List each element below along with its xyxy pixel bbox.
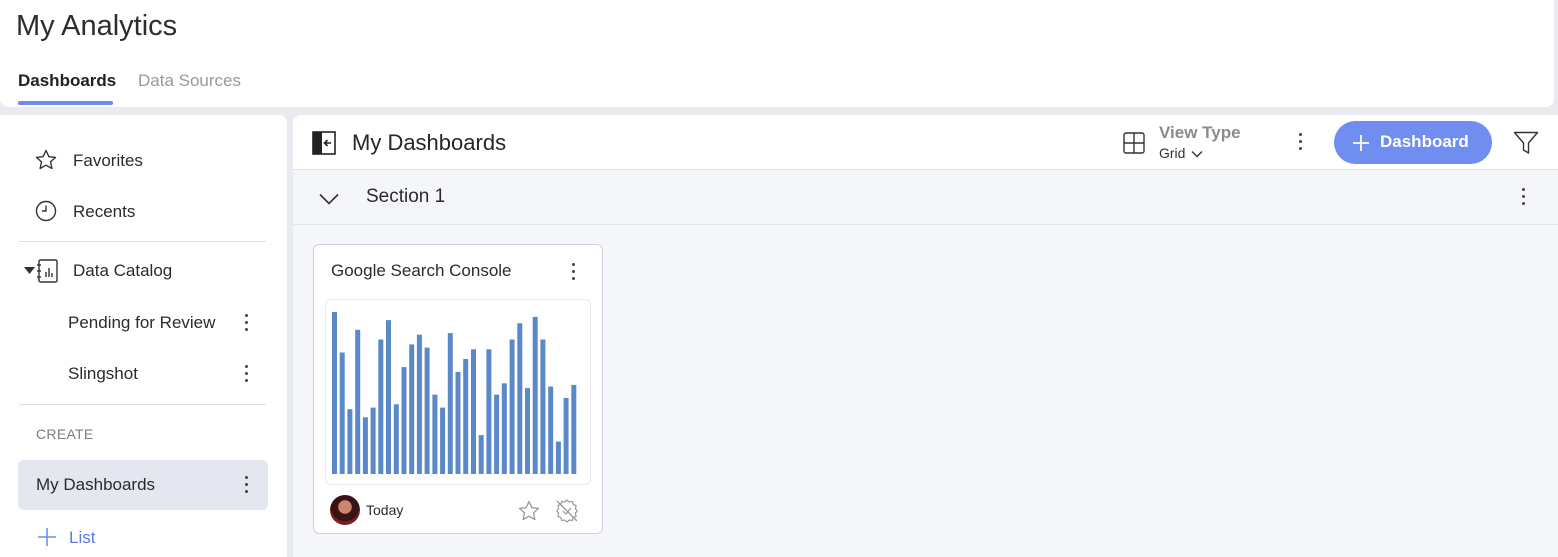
chart-bar: [355, 329, 361, 474]
add-dashboard-button[interactable]: Dashboard: [1334, 121, 1492, 164]
dashboard-card-title: Google Search Console: [331, 261, 512, 280]
sidebar-item-pending-for-review[interactable]: Pending for Review: [0, 302, 287, 342]
section-title: Section 1: [366, 186, 446, 207]
catalog-icon: [37, 259, 58, 283]
view-type-select[interactable]: Grid: [1159, 145, 1203, 161]
view-type-value: Grid: [1159, 145, 1186, 161]
sidebar-item-data-catalog[interactable]: Data Catalog: [0, 251, 287, 291]
chart-bar: [440, 407, 446, 474]
section-kebab-menu-icon[interactable]: [1521, 188, 1527, 208]
app-title: My Analytics: [16, 10, 178, 42]
plus-icon: [1353, 135, 1369, 151]
chart-bar: [517, 323, 523, 474]
chart-bar: [339, 352, 345, 474]
chart-bar: [463, 359, 469, 474]
kebab-menu-icon[interactable]: [244, 314, 250, 334]
clock-icon: [35, 200, 57, 222]
chart-bar: [509, 339, 515, 474]
avatar: [330, 495, 360, 525]
chart-bar: [393, 404, 399, 474]
certified-badge-off-icon[interactable]: [554, 498, 580, 524]
kebab-menu-icon[interactable]: [244, 365, 250, 385]
tab-data-sources[interactable]: Data Sources: [138, 71, 241, 91]
dashboard-card-date: Today: [366, 502, 404, 518]
star-icon: [35, 149, 57, 170]
toolbar: My Dashboards View Type Grid Dashboard: [293, 115, 1558, 170]
chart-bar: [401, 367, 407, 474]
sidebar-item-favorites[interactable]: Favorites: [0, 140, 287, 180]
sidebar-item-my-dashboards[interactable]: My Dashboards: [18, 460, 268, 510]
chart-bar: [409, 344, 415, 474]
chart-bar: [347, 409, 353, 474]
chart-bar: [416, 334, 422, 474]
plus-icon: [38, 528, 56, 546]
chart-bar: [370, 407, 376, 474]
chart-bar: [555, 441, 561, 474]
add-dashboard-label: Dashboard: [1380, 132, 1469, 151]
divider: [19, 241, 266, 242]
sidebar-item-label: Data Catalog: [73, 261, 173, 280]
add-list-label: List: [69, 528, 96, 547]
chart-bar: [362, 417, 368, 474]
chart-bar: [471, 349, 476, 474]
dashboard-thumbnail: [325, 299, 591, 485]
card-kebab-menu-icon[interactable]: [571, 263, 577, 283]
section-header: Section 1: [293, 170, 1558, 225]
chevron-down-icon: [1191, 151, 1203, 158]
divider: [19, 404, 266, 405]
sidebar-item-label: Favorites: [73, 151, 143, 170]
sidebar-item-label: Pending for Review: [68, 313, 216, 332]
chart-bar: [455, 371, 461, 474]
collapse-sidebar-icon[interactable]: [312, 131, 336, 155]
chart-bar: [378, 339, 384, 474]
bar-chart: [332, 312, 577, 474]
grid-view-icon[interactable]: [1123, 132, 1145, 154]
chart-bar: [571, 384, 577, 474]
chart-bar: [548, 386, 554, 474]
chevron-down-icon[interactable]: [319, 193, 339, 205]
chart-bar: [486, 349, 492, 474]
add-list-button[interactable]: List: [0, 517, 287, 557]
chart-bar: [424, 347, 430, 474]
chart-bar: [494, 394, 500, 474]
sidebar-item-label: Slingshot: [68, 364, 138, 383]
chart-bar: [478, 435, 484, 474]
chart-bar: [525, 388, 530, 474]
chart-bar: [386, 320, 391, 474]
tab-dashboards[interactable]: Dashboards: [18, 71, 116, 91]
chart-bar: [563, 397, 569, 474]
toolbar-kebab-menu-icon[interactable]: [1298, 133, 1304, 153]
chart-bar: [332, 312, 337, 474]
chart-bar: [447, 333, 453, 474]
main-panel: My Dashboards View Type Grid Dashboard S: [293, 115, 1558, 557]
sidebar: Favorites Recents Data Catalog Pending f…: [0, 115, 287, 557]
chart-bar: [501, 383, 507, 474]
sidebar-item-slingshot[interactable]: Slingshot: [0, 353, 287, 393]
kebab-menu-icon[interactable]: [244, 476, 250, 496]
create-section-label: CREATE: [36, 426, 94, 442]
app-header: My Analytics Dashboards Data Sources: [0, 0, 1554, 107]
filter-icon[interactable]: [1513, 130, 1539, 156]
sidebar-item-recents[interactable]: Recents: [0, 191, 287, 231]
chart-bar: [540, 339, 546, 474]
chart-bar: [432, 394, 438, 474]
page-title: My Dashboards: [352, 130, 507, 155]
star-icon[interactable]: [517, 499, 541, 523]
dashboard-card[interactable]: Google Search Console Today: [313, 244, 603, 534]
sidebar-item-label: Recents: [73, 202, 136, 221]
caret-down-icon[interactable]: [24, 267, 35, 275]
sidebar-item-label: My Dashboards: [36, 475, 156, 494]
active-tab-indicator: [18, 101, 113, 105]
chart-bar: [532, 316, 538, 474]
view-type-label: View Type: [1159, 123, 1241, 142]
